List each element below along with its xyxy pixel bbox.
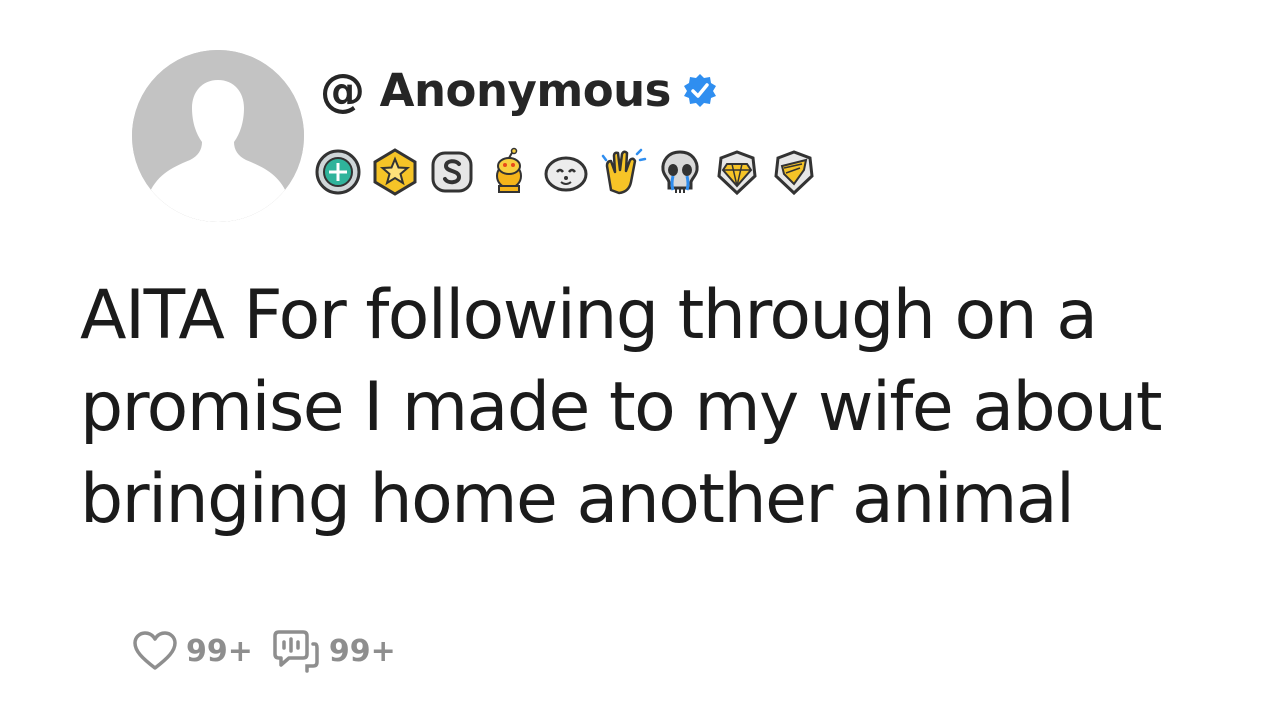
- clapping-hands-award-icon[interactable]: [597, 146, 649, 198]
- gold-star-award-icon[interactable]: [369, 146, 421, 198]
- gold-snoo-award-icon[interactable]: [483, 146, 535, 198]
- post-stats: 99+ 99+: [132, 628, 414, 674]
- default-user-silhouette-icon: [132, 50, 304, 222]
- post-title[interactable]: AITA For following through on a promise …: [80, 270, 1260, 546]
- avatar[interactable]: [132, 50, 304, 222]
- award-badges: [312, 146, 820, 198]
- username[interactable]: @ Anonymous: [320, 64, 671, 117]
- heart-icon: [133, 631, 177, 670]
- wholesome-seal-award-icon[interactable]: [540, 146, 592, 198]
- silver-orb-award-icon[interactable]: [312, 146, 364, 198]
- username-row: @ Anonymous: [320, 58, 717, 122]
- silver-s-award-icon[interactable]: [426, 146, 478, 198]
- verified-check-icon: [683, 74, 716, 107]
- comment-icon: [273, 630, 319, 673]
- like-count: 99+: [186, 633, 253, 669]
- silver-wing-award-icon[interactable]: [768, 146, 820, 198]
- crying-skull-award-icon[interactable]: [654, 146, 706, 198]
- gold-diamond-award-icon[interactable]: [711, 146, 763, 198]
- like-button[interactable]: 99+: [132, 630, 253, 672]
- comment-count: 99+: [328, 633, 396, 669]
- comment-button[interactable]: 99+: [271, 628, 396, 674]
